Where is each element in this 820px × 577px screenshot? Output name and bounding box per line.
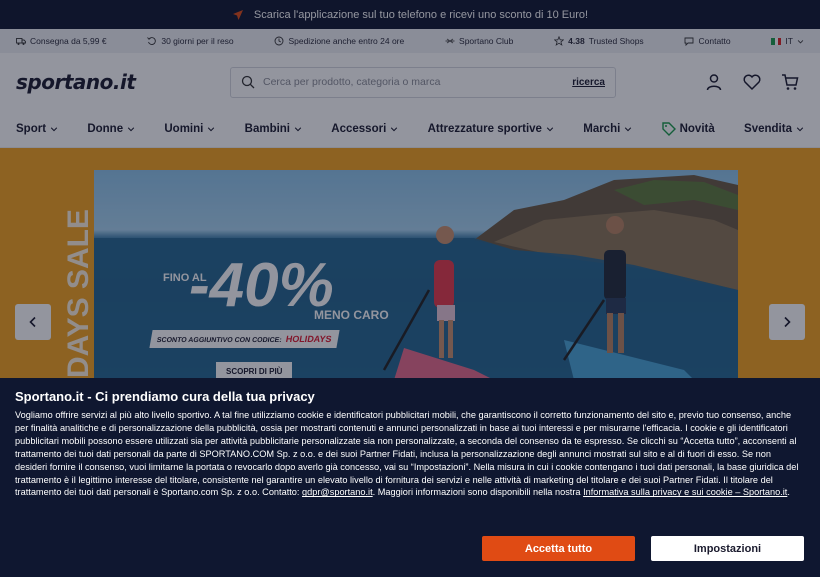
- cookie-end: .: [787, 487, 790, 498]
- cookie-text: Vogliamo offrire servizi al più alto liv…: [15, 409, 804, 499]
- cookie-consent-banner: Sportano.it - Ci prendiamo cura della tu…: [0, 378, 820, 577]
- settings-button[interactable]: Impostazioni: [651, 536, 804, 561]
- cookie-title: Sportano.it - Ci prendiamo cura della tu…: [15, 389, 315, 404]
- modal-overlay: [0, 0, 820, 378]
- cookie-actions: Accetta tutto Impostazioni: [482, 536, 804, 561]
- privacy-policy-link[interactable]: Informativa sulla privacy e sui cookie –…: [583, 487, 787, 497]
- cookie-body-after: . Maggiori informazioni sono disponibili…: [372, 487, 584, 498]
- cookie-body: Vogliamo offrire servizi al più alto liv…: [15, 410, 799, 498]
- gdpr-email-link[interactable]: gdpr@sportano.it: [302, 487, 373, 497]
- accept-all-button[interactable]: Accetta tutto: [482, 536, 635, 561]
